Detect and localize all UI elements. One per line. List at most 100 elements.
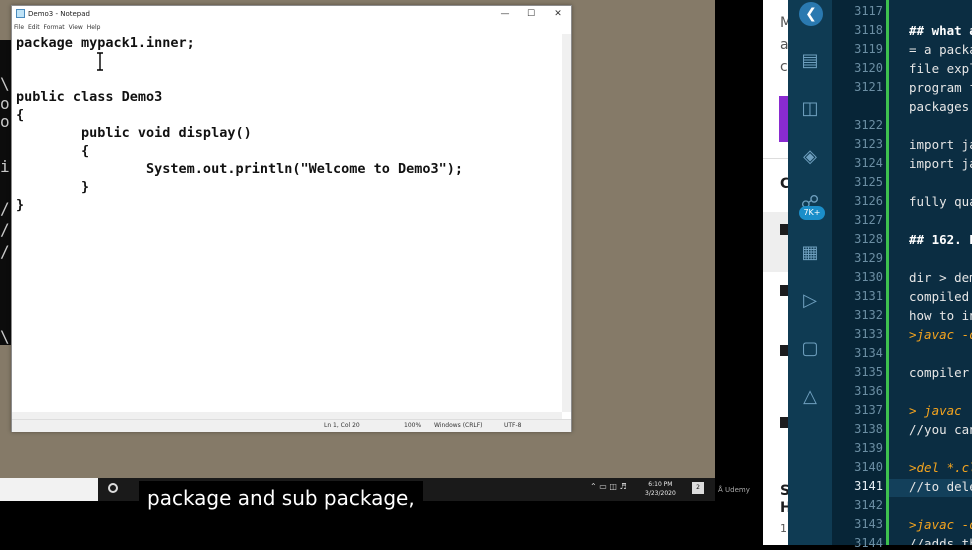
section-heading-fragment: S: [780, 483, 788, 499]
line-number: 3117: [854, 4, 883, 18]
code-line: {: [16, 107, 25, 123]
line-number: 3141: [854, 479, 883, 493]
line-number: 3136: [854, 384, 883, 398]
screen-recording-area: \ o o i / / / \ Demo3 - Notepad — ☐ ✕ Fi…: [0, 0, 715, 500]
course-text-fragment: a: [780, 37, 788, 53]
editor-line: //to dele: [909, 479, 972, 494]
cmd-fragment: \: [0, 74, 10, 93]
editor-line: > javac: [909, 403, 962, 418]
notification-center-icon[interactable]: 2: [692, 482, 704, 494]
cmd-fragment: \: [0, 327, 10, 346]
code-line: {: [16, 143, 90, 159]
cmd-fragment: /: [0, 220, 10, 239]
code-line: public void display(): [16, 125, 252, 141]
line-number: 3118: [854, 23, 883, 37]
line-number: 3133: [854, 327, 883, 341]
editor-line: compiled: [909, 289, 970, 304]
vscode-editor[interactable]: ## what a = a packa file expl program f pack…: [889, 0, 972, 545]
status-bar: Ln 1, Col 20 100% Windows (CRLF) UTF-8: [12, 419, 571, 432]
layers-icon[interactable]: ◈: [799, 146, 821, 168]
section-heading-fragment: C: [780, 176, 788, 192]
remote-explorer-icon[interactable]: ▢: [799, 338, 821, 360]
notification-count: 2: [696, 484, 700, 491]
editor-line: compiler: [909, 365, 970, 380]
line-number: 3139: [854, 441, 883, 455]
vertical-scrollbar[interactable]: [562, 34, 571, 412]
line-number: 3132: [854, 308, 883, 322]
cmd-fragment: /: [0, 242, 10, 261]
udemy-watermark-text: Udemy: [725, 486, 750, 494]
menu-format[interactable]: Format: [44, 24, 65, 31]
text-cursor-icon: [97, 52, 103, 71]
notepad-titlebar[interactable]: Demo3 - Notepad — ☐ ✕: [12, 6, 571, 22]
text-editor-area[interactable]: package mypack1.inner; public class Demo…: [12, 34, 562, 412]
line-number: 3128: [854, 232, 883, 246]
warning-icon[interactable]: △: [799, 386, 821, 408]
editor-line: import ja: [909, 137, 972, 152]
taskbar-clock[interactable]: 6:10 PM 3/23/2020: [645, 480, 676, 498]
account-logo-icon[interactable]: ❮: [799, 2, 823, 26]
window-title: Demo3 - Notepad: [28, 10, 90, 18]
notepad-window: Demo3 - Notepad — ☐ ✕ File Edit Format V…: [11, 5, 572, 432]
cursor-position: Ln 1, Col 20: [324, 422, 360, 429]
line-number: 3142: [854, 498, 883, 512]
clock-time: 6:10 PM: [648, 481, 673, 488]
menu-edit[interactable]: Edit: [28, 24, 40, 31]
line-ending: Windows (CRLF): [434, 422, 483, 429]
video-caption: package and sub package,: [139, 481, 423, 515]
cmd-fragment: o: [0, 112, 10, 131]
horizontal-scrollbar[interactable]: [12, 412, 562, 419]
cmd-fragment: o: [0, 94, 10, 113]
code-line: package mypack1.inner;: [16, 35, 195, 51]
clock-date: 3/23/2020: [645, 490, 676, 497]
checkbox-icon[interactable]: [780, 345, 788, 356]
book-icon[interactable]: ▤: [799, 50, 821, 72]
line-number: 3131: [854, 289, 883, 303]
minimize-button[interactable]: —: [495, 8, 515, 20]
editor-line: program f: [909, 80, 972, 95]
editor-line: >del *.cl: [909, 460, 972, 475]
editor-line: >javac -d: [909, 327, 972, 342]
line-number: 3119: [854, 42, 883, 56]
run-debug-icon[interactable]: ▷: [799, 290, 821, 312]
line-number: 3134: [854, 346, 883, 360]
menu-view[interactable]: View: [69, 24, 83, 31]
active-lecture-row[interactable]: [763, 212, 788, 272]
purple-button[interactable]: [779, 96, 788, 142]
line-number-gutter: 3117 3118 3119 3120 3121 3122 3123 3124 3125 3126…: [832, 0, 888, 550]
menu-bar: File Edit Format View Help: [12, 24, 100, 34]
extensions-icon[interactable]: ▦: [799, 242, 821, 264]
checkbox-icon[interactable]: [780, 417, 788, 428]
course-text-fragment: M: [780, 15, 788, 31]
line-number: 3127: [854, 213, 883, 227]
cortana-icon[interactable]: [108, 483, 118, 493]
section-meta-fragment: 1: [780, 522, 787, 535]
browser-sidebar-panel: M a c C S H 1: [763, 0, 788, 545]
menu-help[interactable]: Help: [87, 24, 101, 31]
line-number: 3144: [854, 536, 883, 550]
line-number: 3129: [854, 251, 883, 265]
taskbar-search-box[interactable]: [0, 478, 98, 501]
menu-file[interactable]: File: [14, 24, 24, 31]
editor-line: file expl: [909, 61, 972, 76]
code-line: public class Demo3: [16, 89, 163, 105]
checkbox-icon[interactable]: [780, 224, 788, 235]
editor-line: fully qua: [909, 194, 972, 209]
divider: [763, 158, 788, 159]
line-number: 3137: [854, 403, 883, 417]
zoom-level: 100%: [404, 422, 422, 429]
maximize-button[interactable]: ☐: [521, 8, 541, 20]
line-number: 3122: [854, 118, 883, 132]
editor-line: packages: [909, 99, 970, 114]
editor-line: dir > dem: [909, 270, 972, 285]
system-tray-icons[interactable]: ⌃ ▭ ◫ ♬: [590, 482, 627, 491]
editor-line: import ja: [909, 156, 972, 171]
code-line: }: [16, 197, 25, 213]
checkbox-icon[interactable]: [780, 285, 788, 296]
editor-line: //you can: [909, 422, 972, 437]
line-number: 3124: [854, 156, 883, 170]
line-number: 3135: [854, 365, 883, 379]
database-icon[interactable]: ◫: [799, 98, 821, 120]
close-button[interactable]: ✕: [548, 8, 568, 20]
code-line: }: [16, 179, 90, 195]
